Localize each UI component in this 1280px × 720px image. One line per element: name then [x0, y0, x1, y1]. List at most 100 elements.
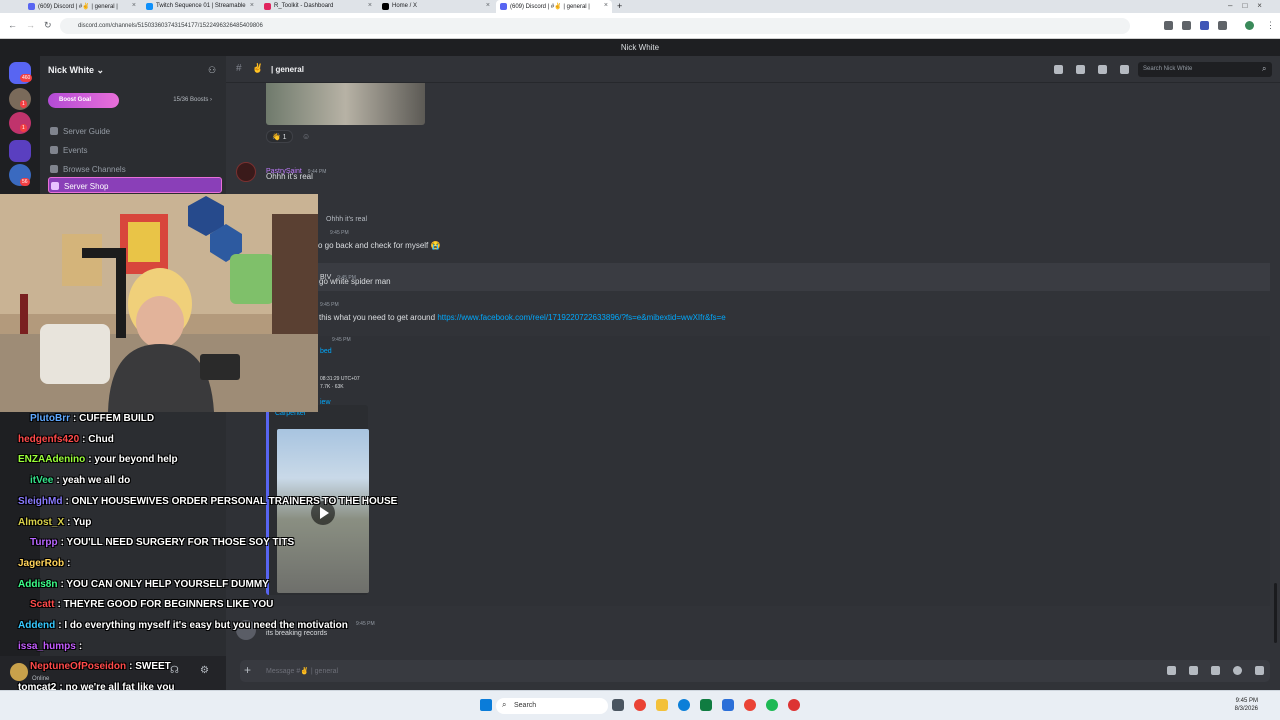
- search-icon: ⌕: [502, 700, 507, 709]
- invite-people-icon[interactable]: ⚇: [208, 65, 216, 76]
- member-list-icon[interactable]: [1120, 65, 1129, 74]
- gift-icon[interactable]: [1167, 666, 1176, 675]
- nav-browse-channels[interactable]: Browse Channels: [48, 161, 222, 177]
- reaction-chip[interactable]: 👋 1: [266, 130, 293, 143]
- browser-tab-streamable[interactable]: Twitch Sequence 01 | Streamable ×: [142, 0, 258, 13]
- stream-chat-message: SleighMd: ONLY HOUSEWIVES ORDER PERSONAL…: [18, 496, 397, 507]
- emoji-icon[interactable]: [1233, 666, 1242, 675]
- close-tab-icon[interactable]: ×: [132, 2, 136, 9]
- webcam-feed: [0, 194, 318, 412]
- apps-icon[interactable]: [1255, 666, 1264, 675]
- chat-username: NeptuneOfPoseidon: [30, 661, 127, 673]
- chat-username: ENZAAdenino: [18, 454, 86, 466]
- chrome-icon[interactable]: [634, 699, 646, 711]
- discord-title-bar: Nick White: [0, 39, 1280, 56]
- message-text: this what you need to get around https:/…: [319, 313, 726, 322]
- guide-icon: [50, 127, 58, 135]
- app-icon[interactable]: [788, 699, 800, 711]
- stream-chat-message: Almost_X: Yup: [18, 517, 91, 528]
- profile-avatar-icon[interactable]: [1245, 21, 1254, 30]
- close-tab-icon[interactable]: ×: [486, 2, 490, 9]
- server-icon[interactable]: [9, 140, 31, 162]
- chat-username: Almost_X: [18, 516, 65, 528]
- nav-server-guide[interactable]: Server Guide: [48, 123, 222, 139]
- chat-text: : I do everything myself it's easy but y…: [58, 620, 348, 631]
- windows-start-icon[interactable]: [480, 699, 492, 711]
- nav-events[interactable]: Events: [48, 142, 222, 158]
- message-link[interactable]: https://www.facebook.com/reel/1719220722…: [437, 313, 725, 322]
- address-bar[interactable]: discord.com/channels/515033603743154177/…: [60, 18, 1130, 34]
- timestamp: 9:45 PM: [332, 337, 351, 343]
- nav-server-shop[interactable]: Server Shop: [48, 177, 222, 193]
- shop-icon: [51, 182, 59, 190]
- notification-bell-icon[interactable]: [1076, 65, 1085, 74]
- edge-icon[interactable]: [678, 699, 690, 711]
- message-text: o go back and check for myself 😭: [318, 241, 441, 250]
- calendar-icon: [50, 146, 58, 154]
- boost-goal-label: Boost Goal: [59, 97, 92, 103]
- chat-text: : SWEET: [129, 661, 171, 673]
- stream-chat-message: Scatt: THEYRE GOOD FOR BEGINNERS LIKE YO…: [30, 599, 273, 610]
- add-reaction-icon[interactable]: ☺: [302, 132, 310, 141]
- stream-chat-message: NeptuneOfPoseidon: SWEET: [30, 661, 171, 672]
- browser-tab-discord-1[interactable]: (609) Discord | #✌ | general | ×: [24, 0, 140, 13]
- close-tab-icon[interactable]: ×: [368, 2, 372, 9]
- stream-chat-overlay: PlutoBrr: CUFFEM BUILD hedgenfs420: Chud E…: [0, 410, 430, 714]
- close-tab-icon[interactable]: ×: [250, 2, 254, 9]
- browser-tab-toolkit[interactable]: R_Toolkit - Dashboard ×: [260, 0, 376, 13]
- stream-chat-message: itVee: yeah we all do: [30, 475, 130, 486]
- file-explorer-icon[interactable]: [656, 699, 668, 711]
- reload-icon[interactable]: ↻: [44, 20, 52, 31]
- browser-tab-discord-active[interactable]: (609) Discord | #✌ | general | ×: [496, 0, 612, 13]
- message-text: Ohhh it's real: [266, 172, 313, 181]
- window-controls[interactable]: –□×: [1222, 0, 1278, 13]
- chat-username: itVee: [30, 475, 54, 487]
- timestamp: 9:45 PM: [320, 302, 339, 308]
- browser-tab-x[interactable]: Home / X ×: [378, 0, 494, 13]
- attached-image[interactable]: [266, 83, 425, 125]
- forward-icon[interactable]: →: [26, 20, 35, 30]
- app-icon[interactable]: [722, 699, 734, 711]
- chat-text: : yeah we all do: [56, 475, 131, 487]
- browse-icon: [50, 165, 58, 173]
- extension-icon[interactable]: [1182, 21, 1191, 30]
- spotify-icon[interactable]: [766, 699, 778, 711]
- task-view-icon[interactable]: [612, 699, 624, 711]
- close-tab-icon[interactable]: ×: [604, 2, 608, 9]
- scrollbar-thumb[interactable]: [1274, 583, 1277, 643]
- avatar[interactable]: [236, 162, 256, 182]
- pin-icon[interactable]: [1098, 65, 1107, 74]
- webcam-overlay: [0, 194, 318, 412]
- back-icon[interactable]: ←: [8, 20, 17, 30]
- discord-favicon-icon: [28, 3, 35, 10]
- stream-chat-message: Addis8n: YOU CAN ONLY HELP YOURSELF DUMM…: [18, 579, 269, 590]
- reply-preview[interactable]: Ohhh it's real: [326, 216, 367, 223]
- chat-username: Turpp: [30, 537, 58, 549]
- taskbar-search[interactable]: ⌕ Search: [496, 698, 608, 714]
- chat-text: : THEYRE GOOD FOR BEGINNERS LIKE YOU: [57, 599, 274, 611]
- extension-icon[interactable]: [1200, 21, 1209, 30]
- excel-icon[interactable]: [700, 699, 712, 711]
- sticker-icon[interactable]: [1211, 666, 1220, 675]
- boost-count: 15/36 Boosts ›: [173, 97, 212, 103]
- unread-badge: 56: [20, 178, 30, 186]
- menu-kebab-icon[interactable]: ⋮: [1266, 20, 1275, 31]
- new-tab-button[interactable]: +: [614, 0, 628, 13]
- server-name-dropdown[interactable]: Nick White ⌄: [48, 65, 104, 76]
- gif-icon[interactable]: [1189, 666, 1198, 675]
- boost-goal-bar[interactable]: Boost Goal 15/36 Boosts ›: [48, 93, 218, 108]
- extension-icon[interactable]: [1164, 21, 1173, 30]
- extensions-puzzle-icon[interactable]: [1218, 21, 1227, 30]
- unread-badge: 1: [20, 124, 27, 132]
- chat-username: JagerRob: [18, 557, 65, 569]
- embed-provider[interactable]: bed: [320, 348, 332, 355]
- browser-toolbar: ← → ↻ discord.com/channels/5150336037431…: [0, 13, 1280, 39]
- browser-tab-strip: (609) Discord | #✌ | general | × Twitch S…: [0, 0, 1280, 13]
- chat-username: PlutoBrr: [30, 413, 70, 424]
- threads-icon[interactable]: [1054, 65, 1063, 74]
- unread-badge: 1: [20, 100, 27, 108]
- chat-username: SleighMd: [18, 495, 63, 507]
- chrome-icon[interactable]: [744, 699, 756, 711]
- system-clock[interactable]: 9:45 PM 8/3/2026: [1235, 697, 1258, 713]
- search-input[interactable]: Search Nick White: [1138, 62, 1272, 77]
